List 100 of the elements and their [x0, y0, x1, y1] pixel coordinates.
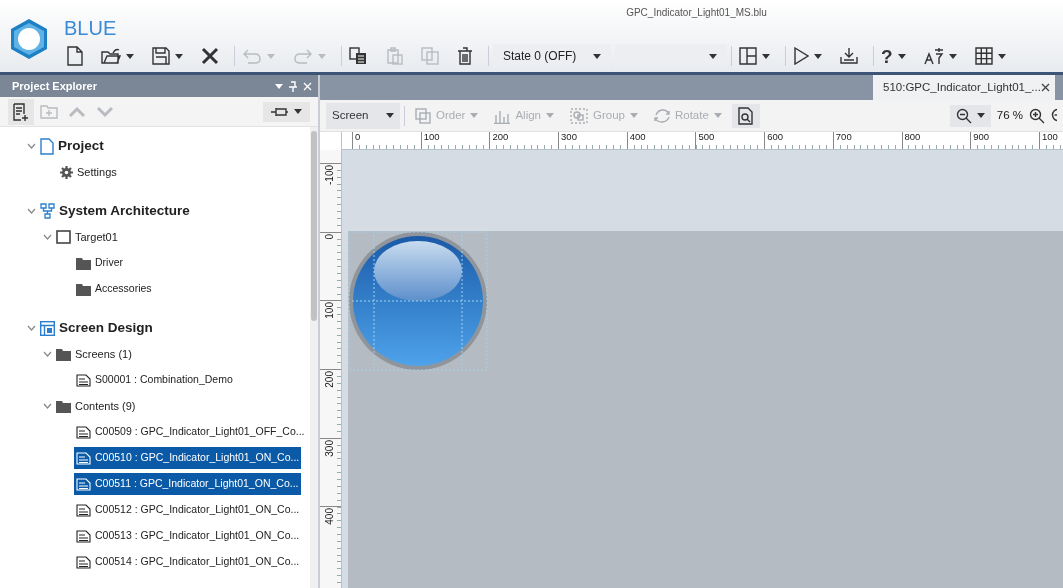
tree-item[interactable]: C00513 : GPC_Indicator_Light01_ON_Co...	[74, 525, 302, 547]
tree-item[interactable]: Screens (1)	[54, 342, 134, 366]
grid-icon	[974, 47, 993, 65]
folder-icon	[56, 347, 71, 361]
document-lines-icon	[76, 425, 91, 439]
add-document-icon	[12, 102, 30, 121]
zoom-out-button[interactable]	[949, 104, 991, 127]
layout-button[interactable]	[736, 45, 773, 67]
caret-icon	[762, 53, 770, 59]
panel-title: Project Explorer	[12, 78, 97, 94]
pin-icon	[271, 106, 289, 117]
tree-item[interactable]: C00512 : GPC_Indicator_Light01_ON_Co...	[74, 499, 302, 521]
zoom-level: 76 %	[996, 107, 1023, 123]
add-document-button[interactable]	[8, 98, 34, 125]
pin-icon[interactable]	[289, 80, 297, 92]
group-icon	[570, 107, 588, 124]
stacked-pages-icon	[421, 47, 439, 65]
caret-icon[interactable]	[275, 83, 283, 89]
document-lines-icon	[76, 477, 91, 491]
app-name: BLUE	[64, 18, 118, 38]
chevron-down-icon[interactable]	[42, 403, 52, 409]
tree-item[interactable]: Target01	[54, 225, 120, 249]
screen-dropdown[interactable]: Screen	[326, 102, 400, 129]
tree-item[interactable]: Accessories	[74, 278, 154, 300]
hexagon-logo-icon	[10, 18, 48, 60]
caret-icon	[386, 113, 394, 118]
document-icon	[40, 137, 54, 155]
chevron-down-icon[interactable]	[42, 234, 52, 240]
clipboard-icon	[385, 47, 403, 65]
document-lines-icon	[76, 555, 91, 569]
caret-icon	[997, 53, 1006, 59]
caret-icon	[126, 53, 134, 59]
caret-icon	[897, 53, 906, 59]
caret-icon	[294, 109, 302, 114]
preview-icon	[737, 106, 754, 125]
folder-icon	[76, 282, 91, 296]
tree-item[interactable]: System Architecture	[38, 197, 192, 225]
tree-item[interactable]: C00509 : GPC_Indicator_Light01_OFF_Co...	[74, 421, 307, 443]
rotate-icon	[653, 108, 670, 123]
font-icon	[923, 47, 944, 65]
tree-item[interactable]: C00511 : GPC_Indicator_Light01_ON_Co...	[74, 473, 301, 495]
monitor-icon	[56, 230, 71, 244]
tree-item[interactable]: C00510 : GPC_Indicator_Light01_ON_Co...	[74, 447, 302, 469]
caret-icon	[546, 113, 554, 118]
order-icon	[415, 107, 431, 124]
folder-icon	[101, 47, 121, 65]
caret-icon	[175, 53, 183, 59]
tree-item[interactable]: Contents (9)	[54, 394, 138, 418]
close-icon[interactable]	[1040, 83, 1050, 92]
tree-item[interactable]: S00001 : Combination_Demo	[74, 369, 235, 391]
document-lines-icon	[76, 451, 91, 465]
undo-icon	[242, 48, 262, 64]
chevron-down-icon[interactable]	[42, 351, 52, 357]
chevron-up-icon	[68, 105, 86, 118]
layout-icon	[40, 320, 55, 336]
page-icon	[67, 46, 83, 66]
tree-item[interactable]: Driver	[74, 252, 125, 274]
download-button[interactable]	[837, 45, 861, 67]
tree-item[interactable]: C00514 : GPC_Indicator_Light01_ON_Co...	[74, 551, 302, 573]
document-tab[interactable]: 510:GPC_Indicator_Light01_...	[873, 75, 1055, 100]
chevron-down-icon[interactable]	[26, 208, 36, 214]
chevron-down-icon	[96, 105, 114, 118]
tree-item[interactable]: Screen Design	[38, 314, 155, 342]
folder-icon	[56, 399, 71, 413]
copy-icon	[349, 47, 367, 65]
caret-icon	[318, 53, 326, 59]
network-icon	[40, 203, 55, 219]
zoom-out-icon	[955, 107, 972, 124]
preview-button[interactable]	[731, 103, 760, 128]
scrollbar[interactable]	[310, 127, 318, 588]
zoom-fit-icon	[1051, 107, 1057, 124]
add-folder-icon	[40, 103, 58, 120]
play-icon	[793, 47, 809, 65]
folder-icon	[76, 256, 91, 270]
caret-icon	[470, 113, 479, 118]
redo-icon	[293, 48, 313, 64]
caret-icon	[713, 113, 722, 118]
gear-icon	[60, 165, 73, 179]
document-lines-icon	[76, 503, 91, 517]
caret-icon	[267, 53, 275, 59]
chevron-down-icon[interactable]	[26, 325, 36, 331]
layout-icon	[739, 47, 757, 65]
zoom-in-icon	[1029, 107, 1045, 124]
help-button[interactable]: ?	[878, 44, 909, 68]
document-lines-icon	[76, 529, 91, 543]
caret-icon	[948, 53, 957, 59]
trash-icon	[457, 47, 473, 65]
download-icon	[840, 47, 858, 65]
chevron-down-icon[interactable]	[26, 143, 36, 149]
window-title: GPC_Indicator_Light01_MS.blu	[626, 7, 767, 18]
caret-icon	[593, 53, 601, 59]
floppy-disk-button[interactable]	[149, 45, 186, 67]
tree-item[interactable]: Settings	[58, 160, 119, 184]
tree-item[interactable]: Project	[38, 132, 106, 160]
page-button[interactable]	[64, 44, 86, 68]
pin-button[interactable]	[263, 101, 310, 122]
close-icon	[201, 47, 219, 65]
caret-icon	[629, 113, 638, 118]
caret-icon	[814, 53, 822, 59]
caret-icon	[976, 113, 985, 118]
